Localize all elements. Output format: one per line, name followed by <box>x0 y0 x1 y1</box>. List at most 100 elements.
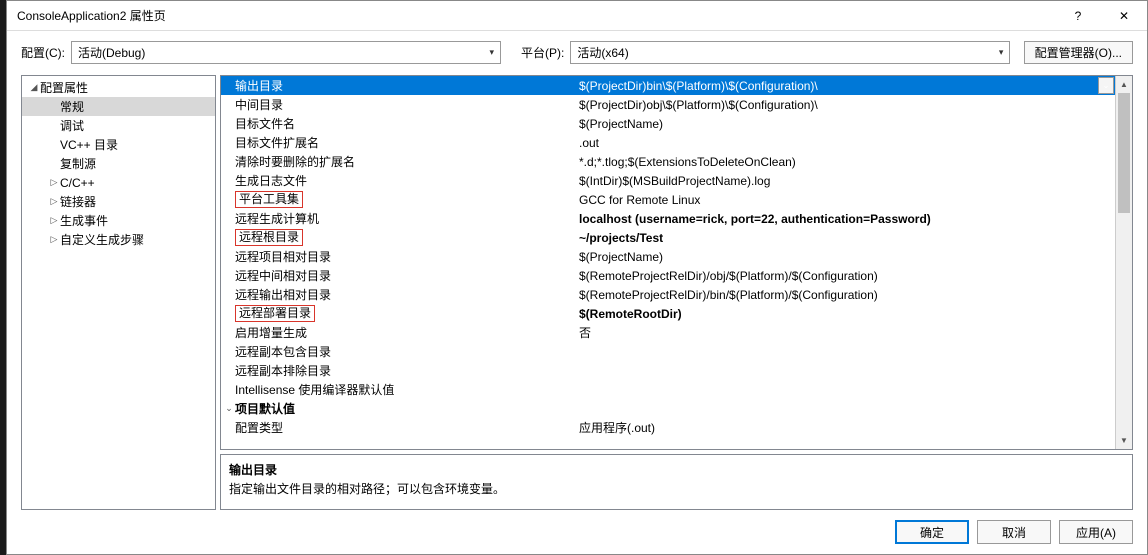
ok-button[interactable]: 确定 <box>895 520 969 544</box>
property-row[interactable]: 远程副本排除目录 <box>221 361 1115 380</box>
property-row[interactable]: 中间目录$(ProjectDir)obj\$(Platform)\$(Confi… <box>221 95 1115 114</box>
property-grid[interactable]: 输出目录$(ProjectDir)bin\$(Platform)\$(Confi… <box>221 76 1115 449</box>
collapse-icon[interactable]: ⌄ <box>223 403 235 414</box>
nav-tree[interactable]: ◢ 配置属性 常规 调试 VC++ 目录 复制源 ▷C/C++ ▷链接器 ▷生成… <box>21 75 216 510</box>
property-row[interactable]: 配置类型应用程序(.out) <box>221 418 1115 437</box>
dropdown-icon[interactable]: ⌄ <box>1098 77 1114 94</box>
config-combo-value: 活动(Debug) <box>78 44 485 61</box>
property-label: Intellisense 使用编译器默认值 <box>221 380 579 399</box>
tree-root-config-props[interactable]: ◢ 配置属性 <box>22 78 215 97</box>
chevron-down-icon: ▾ <box>999 47 1004 58</box>
property-row[interactable]: 远程根目录~/projects/Test <box>221 228 1115 247</box>
property-label: 远程项目相对目录 <box>221 247 579 266</box>
property-row[interactable]: 远程项目相对目录$(ProjectName) <box>221 247 1115 266</box>
expand-icon[interactable]: ▷ <box>48 234 60 245</box>
toolbar: 配置(C): 活动(Debug) ▾ 平台(P): 活动(x64) ▾ 配置管理… <box>7 31 1147 65</box>
platform-combo[interactable]: 活动(x64) ▾ <box>570 41 1010 64</box>
property-value[interactable]: *.d;*.tlog;$(ExtensionsToDeleteOnClean) <box>579 155 1115 169</box>
apply-button[interactable]: 应用(A) <box>1059 520 1133 544</box>
scroll-down-icon[interactable]: ▼ <box>1116 432 1132 449</box>
property-label: 启用增量生成 <box>221 323 579 342</box>
property-row[interactable]: 目标文件名$(ProjectName) <box>221 114 1115 133</box>
tree-item-vcpp-dirs[interactable]: VC++ 目录 <box>22 135 215 154</box>
cancel-button[interactable]: 取消 <box>977 520 1051 544</box>
property-label: 远程根目录 <box>221 228 579 247</box>
config-label: 配置(C): <box>21 44 65 61</box>
scroll-up-icon[interactable]: ▲ <box>1116 76 1132 93</box>
property-label: 远程副本排除目录 <box>221 361 579 380</box>
help-button[interactable]: ? <box>1055 1 1101 31</box>
description-panel: 输出目录 指定输出文件目录的相对路径；可以包含环境变量。 <box>220 454 1133 510</box>
property-row[interactable]: 远程输出相对目录$(RemoteProjectRelDir)/bin/$(Pla… <box>221 285 1115 304</box>
property-pages-dialog: ConsoleApplication2 属性页 ? ✕ 配置(C): 活动(De… <box>6 0 1148 555</box>
dialog-footer: 确定 取消 应用(A) <box>7 510 1147 554</box>
property-label: 清除时要删除的扩展名 <box>221 152 579 171</box>
config-manager-button[interactable]: 配置管理器(O)... <box>1024 41 1133 64</box>
property-label: 目标文件名 <box>221 114 579 133</box>
property-value[interactable]: GCC for Remote Linux <box>579 193 1115 207</box>
platform-label: 平台(P): <box>521 44 564 61</box>
property-label: 配置类型 <box>221 418 579 437</box>
tree-item-build-events[interactable]: ▷生成事件 <box>22 211 215 230</box>
property-row[interactable]: 输出目录$(ProjectDir)bin\$(Platform)\$(Confi… <box>221 76 1115 95</box>
property-grid-wrap: 输出目录$(ProjectDir)bin\$(Platform)\$(Confi… <box>220 75 1133 450</box>
property-value[interactable]: $(ProjectName) <box>579 250 1115 264</box>
tree-item-copy-source[interactable]: 复制源 <box>22 154 215 173</box>
property-label: 平台工具集 <box>221 190 579 209</box>
tree-item-custom-build[interactable]: ▷自定义生成步骤 <box>22 230 215 249</box>
property-value[interactable]: $(IntDir)$(MSBuildProjectName).log <box>579 174 1115 188</box>
property-value[interactable]: $(ProjectName) <box>579 117 1115 131</box>
property-value[interactable]: $(ProjectDir)obj\$(Platform)\$(Configura… <box>579 98 1115 112</box>
property-label: 远程副本包含目录 <box>221 342 579 361</box>
property-label: 远程部署目录 <box>221 304 579 323</box>
collapse-icon[interactable]: ◢ <box>28 82 40 93</box>
property-value[interactable]: ~/projects/Test <box>579 231 1115 245</box>
property-label: 远程输出相对目录 <box>221 285 579 304</box>
property-value[interactable]: $(RemoteProjectRelDir)/obj/$(Platform)/$… <box>579 269 1115 283</box>
property-row[interactable]: Intellisense 使用编译器默认值 <box>221 380 1115 399</box>
property-row[interactable]: 远程副本包含目录 <box>221 342 1115 361</box>
description-title: 输出目录 <box>229 461 1124 478</box>
window-title: ConsoleApplication2 属性页 <box>17 7 1055 24</box>
tree-item-linker[interactable]: ▷链接器 <box>22 192 215 211</box>
property-label: 生成日志文件 <box>221 171 579 190</box>
property-row[interactable]: 目标文件扩展名.out <box>221 133 1115 152</box>
property-label: 输出目录 <box>221 76 579 95</box>
vertical-scrollbar[interactable]: ▲ ▼ <box>1115 76 1132 449</box>
property-value[interactable]: localhost (username=rick, port=22, authe… <box>579 212 1115 226</box>
titlebar: ConsoleApplication2 属性页 ? ✕ <box>7 1 1147 31</box>
close-icon: ✕ <box>1119 9 1129 23</box>
right-column: 输出目录$(ProjectDir)bin\$(Platform)\$(Confi… <box>220 75 1133 510</box>
property-row[interactable]: 生成日志文件$(IntDir)$(MSBuildProjectName).log <box>221 171 1115 190</box>
scroll-thumb[interactable] <box>1118 93 1130 213</box>
chevron-down-icon: ▾ <box>489 47 494 58</box>
property-row[interactable]: 远程部署目录$(RemoteRootDir) <box>221 304 1115 323</box>
property-value[interactable]: $(RemoteProjectRelDir)/bin/$(Platform)/$… <box>579 288 1115 302</box>
config-combo[interactable]: 活动(Debug) ▾ <box>71 41 501 64</box>
platform-combo-value: 活动(x64) <box>577 44 994 61</box>
expand-icon[interactable]: ▷ <box>48 177 60 188</box>
tree-root-label: 配置属性 <box>40 79 88 96</box>
expand-icon[interactable]: ▷ <box>48 215 60 226</box>
property-value[interactable]: 应用程序(.out) <box>579 419 1115 436</box>
description-text: 指定输出文件目录的相对路径；可以包含环境变量。 <box>229 480 1124 497</box>
help-icon: ? <box>1075 9 1082 23</box>
property-value[interactable]: .out <box>579 136 1115 150</box>
property-row[interactable]: 平台工具集GCC for Remote Linux <box>221 190 1115 209</box>
property-value[interactable]: $(ProjectDir)bin\$(Platform)\$(Configura… <box>579 79 1098 93</box>
property-row[interactable]: 清除时要删除的扩展名*.d;*.tlog;$(ExtensionsToDelet… <box>221 152 1115 171</box>
expand-icon[interactable]: ▷ <box>48 196 60 207</box>
tree-item-debug[interactable]: 调试 <box>22 116 215 135</box>
property-label: 远程中间相对目录 <box>221 266 579 285</box>
property-label: 远程生成计算机 <box>221 209 579 228</box>
close-button[interactable]: ✕ <box>1101 1 1147 31</box>
grid-section-header[interactable]: ⌄项目默认值 <box>221 399 1115 418</box>
dialog-body: ◢ 配置属性 常规 调试 VC++ 目录 复制源 ▷C/C++ ▷链接器 ▷生成… <box>7 65 1147 510</box>
property-value[interactable]: $(RemoteRootDir) <box>579 307 1115 321</box>
tree-item-ccpp[interactable]: ▷C/C++ <box>22 173 215 192</box>
property-row[interactable]: 远程中间相对目录$(RemoteProjectRelDir)/obj/$(Pla… <box>221 266 1115 285</box>
property-row[interactable]: 远程生成计算机localhost (username=rick, port=22… <box>221 209 1115 228</box>
tree-item-general[interactable]: 常规 <box>22 97 215 116</box>
property-value[interactable]: 否 <box>579 324 1115 341</box>
property-row[interactable]: 启用增量生成否 <box>221 323 1115 342</box>
